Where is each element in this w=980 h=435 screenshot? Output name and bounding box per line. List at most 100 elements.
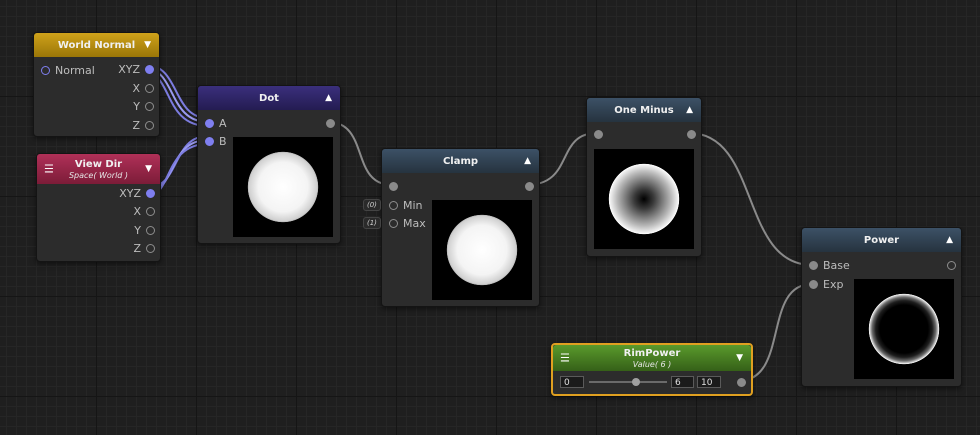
port-out[interactable] — [520, 179, 534, 193]
port-min-in[interactable]: Min — [389, 198, 423, 212]
port-label: B — [219, 134, 227, 148]
world-normal-node[interactable]: World Normal ▼ Normal XYZ X Y Z — [33, 32, 160, 137]
port-b-in[interactable]: B — [205, 134, 227, 148]
hamburger-icon[interactable]: ☰ — [560, 352, 570, 365]
port-dot-icon[interactable] — [326, 118, 335, 128]
port-dot-icon[interactable] — [205, 136, 214, 146]
port-xyz-out[interactable]: XYZ — [118, 62, 154, 76]
port-dot-icon[interactable] — [947, 260, 956, 270]
view-dir-node[interactable]: ☰ View Dir Space( World ) ▼ XYZ X Y Z — [36, 153, 161, 262]
port-label: A — [219, 116, 227, 130]
clamp-node[interactable]: Clamp ▲ Min Max — [381, 148, 540, 307]
clamp-preview — [432, 200, 532, 300]
dot-header[interactable]: Dot ▲ — [198, 86, 340, 110]
world-normal-title: World Normal — [57, 39, 136, 51]
clamp-min-default[interactable]: (0) — [363, 199, 381, 211]
port-out[interactable] — [321, 116, 335, 130]
port-label: XYZ — [119, 186, 141, 200]
port-normal-in[interactable]: Normal — [41, 63, 95, 77]
wire-one-minus-to-power — [688, 132, 813, 266]
port-label: X — [133, 204, 141, 218]
hamburger-icon[interactable]: ☰ — [44, 163, 54, 176]
rim-power-value-field[interactable]: 6 — [671, 376, 694, 388]
dot-title: Dot — [259, 92, 279, 104]
port-dot-icon[interactable] — [389, 200, 398, 210]
port-z-out[interactable]: Z — [133, 241, 155, 255]
one-minus-node[interactable]: One Minus ▲ — [586, 97, 702, 257]
port-label: Y — [133, 99, 140, 113]
port-dot-icon[interactable] — [737, 377, 746, 387]
port-label: Normal — [55, 63, 95, 77]
view-dir-title: View Dir — [74, 158, 123, 170]
port-dot-icon[interactable] — [389, 181, 398, 191]
port-value-in[interactable] — [389, 179, 403, 193]
rim-power-subtitle: Value( 6 ) — [632, 359, 672, 369]
port-base-in[interactable]: Base — [809, 258, 850, 272]
port-label: XYZ — [118, 62, 140, 76]
port-dot-icon[interactable] — [146, 188, 155, 198]
port-x-out[interactable]: X — [132, 81, 154, 95]
port-dot-icon[interactable] — [687, 129, 696, 139]
power-node[interactable]: Power ▲ Base Exp — [801, 227, 962, 387]
port-dot-icon[interactable] — [809, 279, 818, 289]
clamp-header[interactable]: Clamp ▲ — [382, 149, 539, 173]
dot-node[interactable]: Dot ▲ A B — [197, 85, 341, 244]
triangle-up-icon[interactable]: ▲ — [686, 105, 693, 115]
port-dot-icon[interactable] — [205, 118, 214, 128]
power-title: Power — [863, 234, 900, 246]
rim-power-min-field[interactable]: 0 — [560, 376, 584, 388]
port-label: Z — [132, 118, 140, 132]
port-dot-icon[interactable] — [809, 260, 818, 270]
power-preview — [854, 279, 954, 379]
port-a-in[interactable]: A — [205, 116, 227, 130]
port-dot-icon[interactable] — [525, 181, 534, 191]
port-dot-icon[interactable] — [145, 83, 154, 93]
port-dot-icon[interactable] — [145, 101, 154, 111]
port-dot-icon[interactable] — [594, 129, 603, 139]
port-z-out[interactable]: Z — [132, 118, 154, 132]
clamp-max-default[interactable]: (1) — [363, 217, 381, 229]
rim-power-header[interactable]: ☰ RimPower Value( 6 ) ▼ — [553, 345, 751, 371]
triangle-down-icon[interactable]: ▼ — [144, 40, 151, 50]
port-dot-icon[interactable] — [146, 225, 155, 235]
port-out[interactable] — [732, 375, 746, 389]
rim-power-title: RimPower — [623, 347, 681, 359]
port-dot-icon[interactable] — [146, 243, 155, 253]
port-label: Z — [133, 241, 141, 255]
port-in[interactable] — [594, 127, 608, 141]
port-out[interactable] — [942, 258, 956, 272]
rim-power-node[interactable]: ☰ RimPower Value( 6 ) ▼ 0 6 10 — [551, 343, 753, 396]
triangle-up-icon[interactable]: ▲ — [325, 93, 332, 103]
port-y-out[interactable]: Y — [134, 223, 155, 237]
port-label: Y — [134, 223, 141, 237]
rim-power-slider-track[interactable] — [589, 381, 667, 383]
rim-power-slider-thumb[interactable] — [631, 378, 640, 386]
world-normal-header[interactable]: World Normal ▼ — [34, 33, 159, 57]
power-header[interactable]: Power ▲ — [802, 228, 961, 252]
view-dir-header[interactable]: ☰ View Dir Space( World ) ▼ — [37, 154, 160, 184]
triangle-down-icon[interactable]: ▼ — [145, 164, 152, 174]
clamp-title: Clamp — [442, 155, 479, 167]
port-x-out[interactable]: X — [133, 204, 155, 218]
port-dot-icon[interactable] — [41, 65, 50, 75]
port-dot-icon[interactable] — [146, 206, 155, 216]
port-y-out[interactable]: Y — [133, 99, 154, 113]
view-dir-subtitle: Space( World ) — [68, 170, 129, 180]
one-minus-header[interactable]: One Minus ▲ — [587, 98, 701, 122]
port-max-in[interactable]: Max — [389, 216, 426, 230]
triangle-up-icon[interactable]: ▲ — [524, 156, 531, 166]
port-xyz-out[interactable]: XYZ — [119, 186, 155, 200]
port-dot-icon[interactable] — [145, 64, 154, 74]
port-label: Base — [823, 258, 850, 272]
port-dot-icon[interactable] — [145, 120, 154, 130]
port-dot-icon[interactable] — [389, 218, 398, 228]
dot-preview — [233, 137, 333, 237]
triangle-down-icon[interactable]: ▼ — [736, 353, 743, 363]
one-minus-title: One Minus — [614, 104, 674, 116]
port-out[interactable] — [682, 127, 696, 141]
rim-power-max-field[interactable]: 10 — [697, 376, 721, 388]
port-label: Exp — [823, 277, 844, 291]
triangle-up-icon[interactable]: ▲ — [946, 235, 953, 245]
one-minus-preview — [594, 149, 694, 249]
port-exp-in[interactable]: Exp — [809, 277, 843, 291]
